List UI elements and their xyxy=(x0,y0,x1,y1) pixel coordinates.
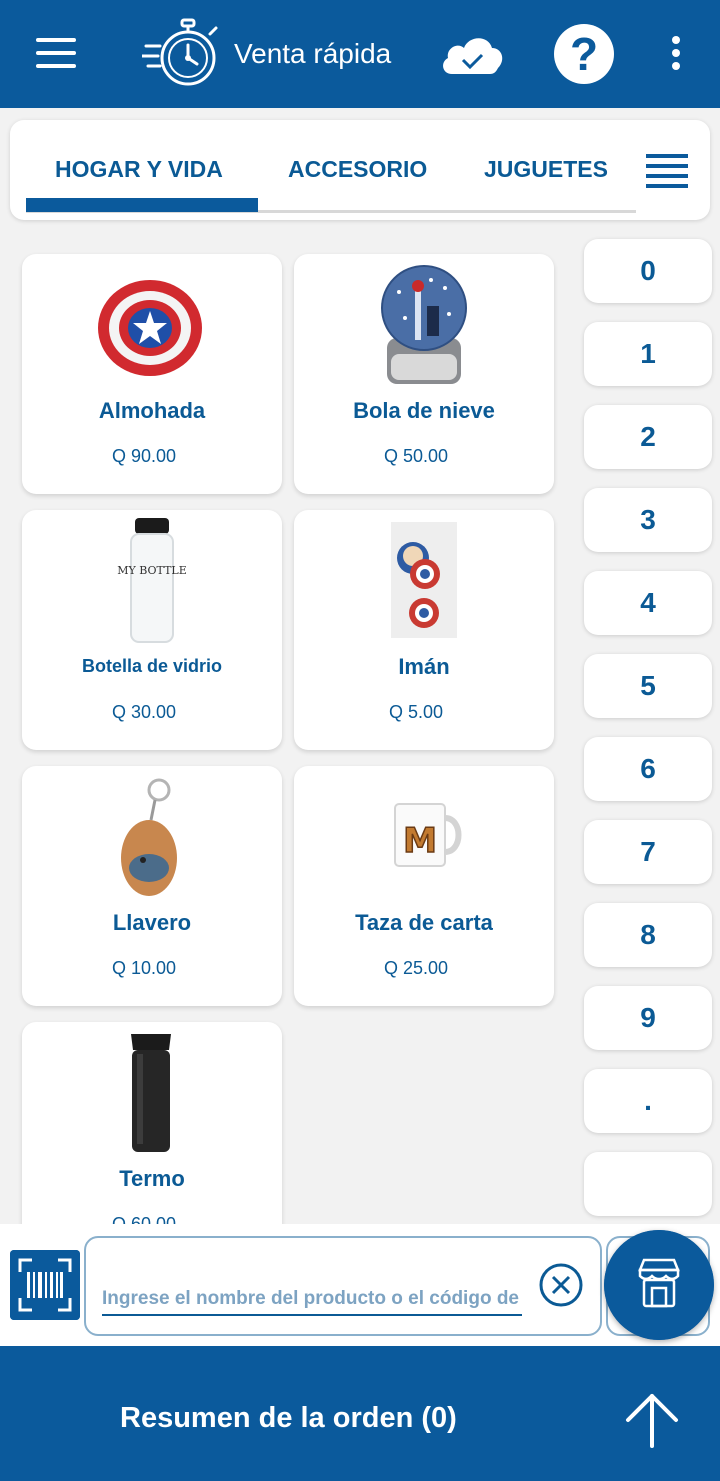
magnet-icon xyxy=(391,522,457,638)
key-3[interactable]: 3 xyxy=(584,488,712,552)
category-tabs: HOGAR Y VIDA ACCESORIO JUGUETES xyxy=(10,120,710,220)
mug-icon: M xyxy=(394,803,462,867)
product-name: Taza de carta xyxy=(355,910,493,935)
order-summary-label: Resumen de la orden (0) xyxy=(120,1402,457,1434)
product-price: Q 25.00 xyxy=(383,958,449,978)
product-card-iman[interactable]: Imán Q 5.00 xyxy=(294,510,554,750)
thermos-icon xyxy=(131,1034,171,1152)
product-name: Almohada xyxy=(98,398,206,423)
key-decimal[interactable]: . xyxy=(584,1069,712,1133)
key-blank[interactable] xyxy=(584,1152,712,1216)
category-list-icon[interactable] xyxy=(646,154,688,188)
key-9[interactable]: 9 xyxy=(584,986,712,1050)
product-card-bola-de-nieve[interactable]: Bola de nieve Q 50.00 xyxy=(294,254,554,494)
arrow-up-icon[interactable] xyxy=(622,1392,682,1448)
store-icon[interactable] xyxy=(604,1230,714,1340)
clear-search-icon[interactable] xyxy=(538,1262,584,1308)
product-price: Q 90.00 xyxy=(111,446,177,466)
menu-icon[interactable] xyxy=(36,38,76,68)
product-name: Termo xyxy=(119,1166,185,1191)
order-summary-bar[interactable]: Resumen de la orden (0) xyxy=(0,1346,720,1481)
product-card-almohada[interactable]: Almohada Q 90.00 xyxy=(22,254,282,494)
bottle-label: MY BOTTLE xyxy=(117,564,187,577)
search-row xyxy=(0,1224,720,1346)
key-5[interactable]: 5 xyxy=(584,654,712,718)
product-price: Q 30.00 xyxy=(111,702,177,722)
key-0[interactable]: 0 xyxy=(584,239,712,303)
product-grid: Almohada Q 90.00 Bola de nieve Q 50.00 M… xyxy=(16,236,568,1224)
product-card-taza-de-carta[interactable]: M Taza de carta Q 25.00 xyxy=(294,766,554,1006)
tab-hogar-y-vida[interactable]: HOGAR Y VIDA xyxy=(55,156,223,183)
search-input[interactable] xyxy=(102,1284,522,1316)
key-6[interactable]: 6 xyxy=(584,737,712,801)
help-icon[interactable]: ? xyxy=(554,24,614,84)
product-card-termo[interactable]: Termo Q 60.00 xyxy=(22,1022,282,1224)
glass-bottle-icon: MY BOTTLE xyxy=(117,518,187,643)
product-name: Imán xyxy=(398,654,450,679)
product-price: Q 5.00 xyxy=(388,702,444,722)
product-price: Q 60.00 xyxy=(111,1214,177,1224)
product-card-llavero[interactable]: Llavero Q 10.00 xyxy=(22,766,282,1006)
tab-accesorio[interactable]: ACCESORIO xyxy=(288,156,427,183)
search-box xyxy=(84,1236,602,1336)
key-8[interactable]: 8 xyxy=(584,903,712,967)
barcode-scan-icon[interactable] xyxy=(10,1250,80,1320)
product-name: Botella de vidrio xyxy=(81,656,223,676)
product-name: Llavero xyxy=(112,910,192,935)
app-title: Venta rápida xyxy=(234,38,392,69)
cloud-check-icon[interactable] xyxy=(438,30,506,78)
key-2[interactable]: 2 xyxy=(584,405,712,469)
app-header: Venta rápida ? xyxy=(0,0,720,108)
key-1[interactable]: 1 xyxy=(584,322,712,386)
more-vertical-icon[interactable] xyxy=(669,36,683,72)
keychain-icon xyxy=(121,778,177,896)
key-4[interactable]: 4 xyxy=(584,571,712,635)
tab-juguetes[interactable]: JUGUETES xyxy=(484,156,608,183)
key-7[interactable]: 7 xyxy=(584,820,712,884)
product-price: Q 50.00 xyxy=(383,446,449,466)
product-name: Bola de nieve xyxy=(353,398,495,423)
stopwatch-icon xyxy=(142,18,218,86)
product-card-botella-de-vidrio[interactable]: MY BOTTLE Botella de vidrio Q 30.00 xyxy=(22,510,282,750)
active-tab-indicator xyxy=(26,198,258,212)
snow-globe-icon xyxy=(381,265,467,384)
mug-letter: M xyxy=(403,821,437,861)
product-price: Q 10.00 xyxy=(111,958,177,978)
shield-pillow-icon xyxy=(98,280,202,376)
